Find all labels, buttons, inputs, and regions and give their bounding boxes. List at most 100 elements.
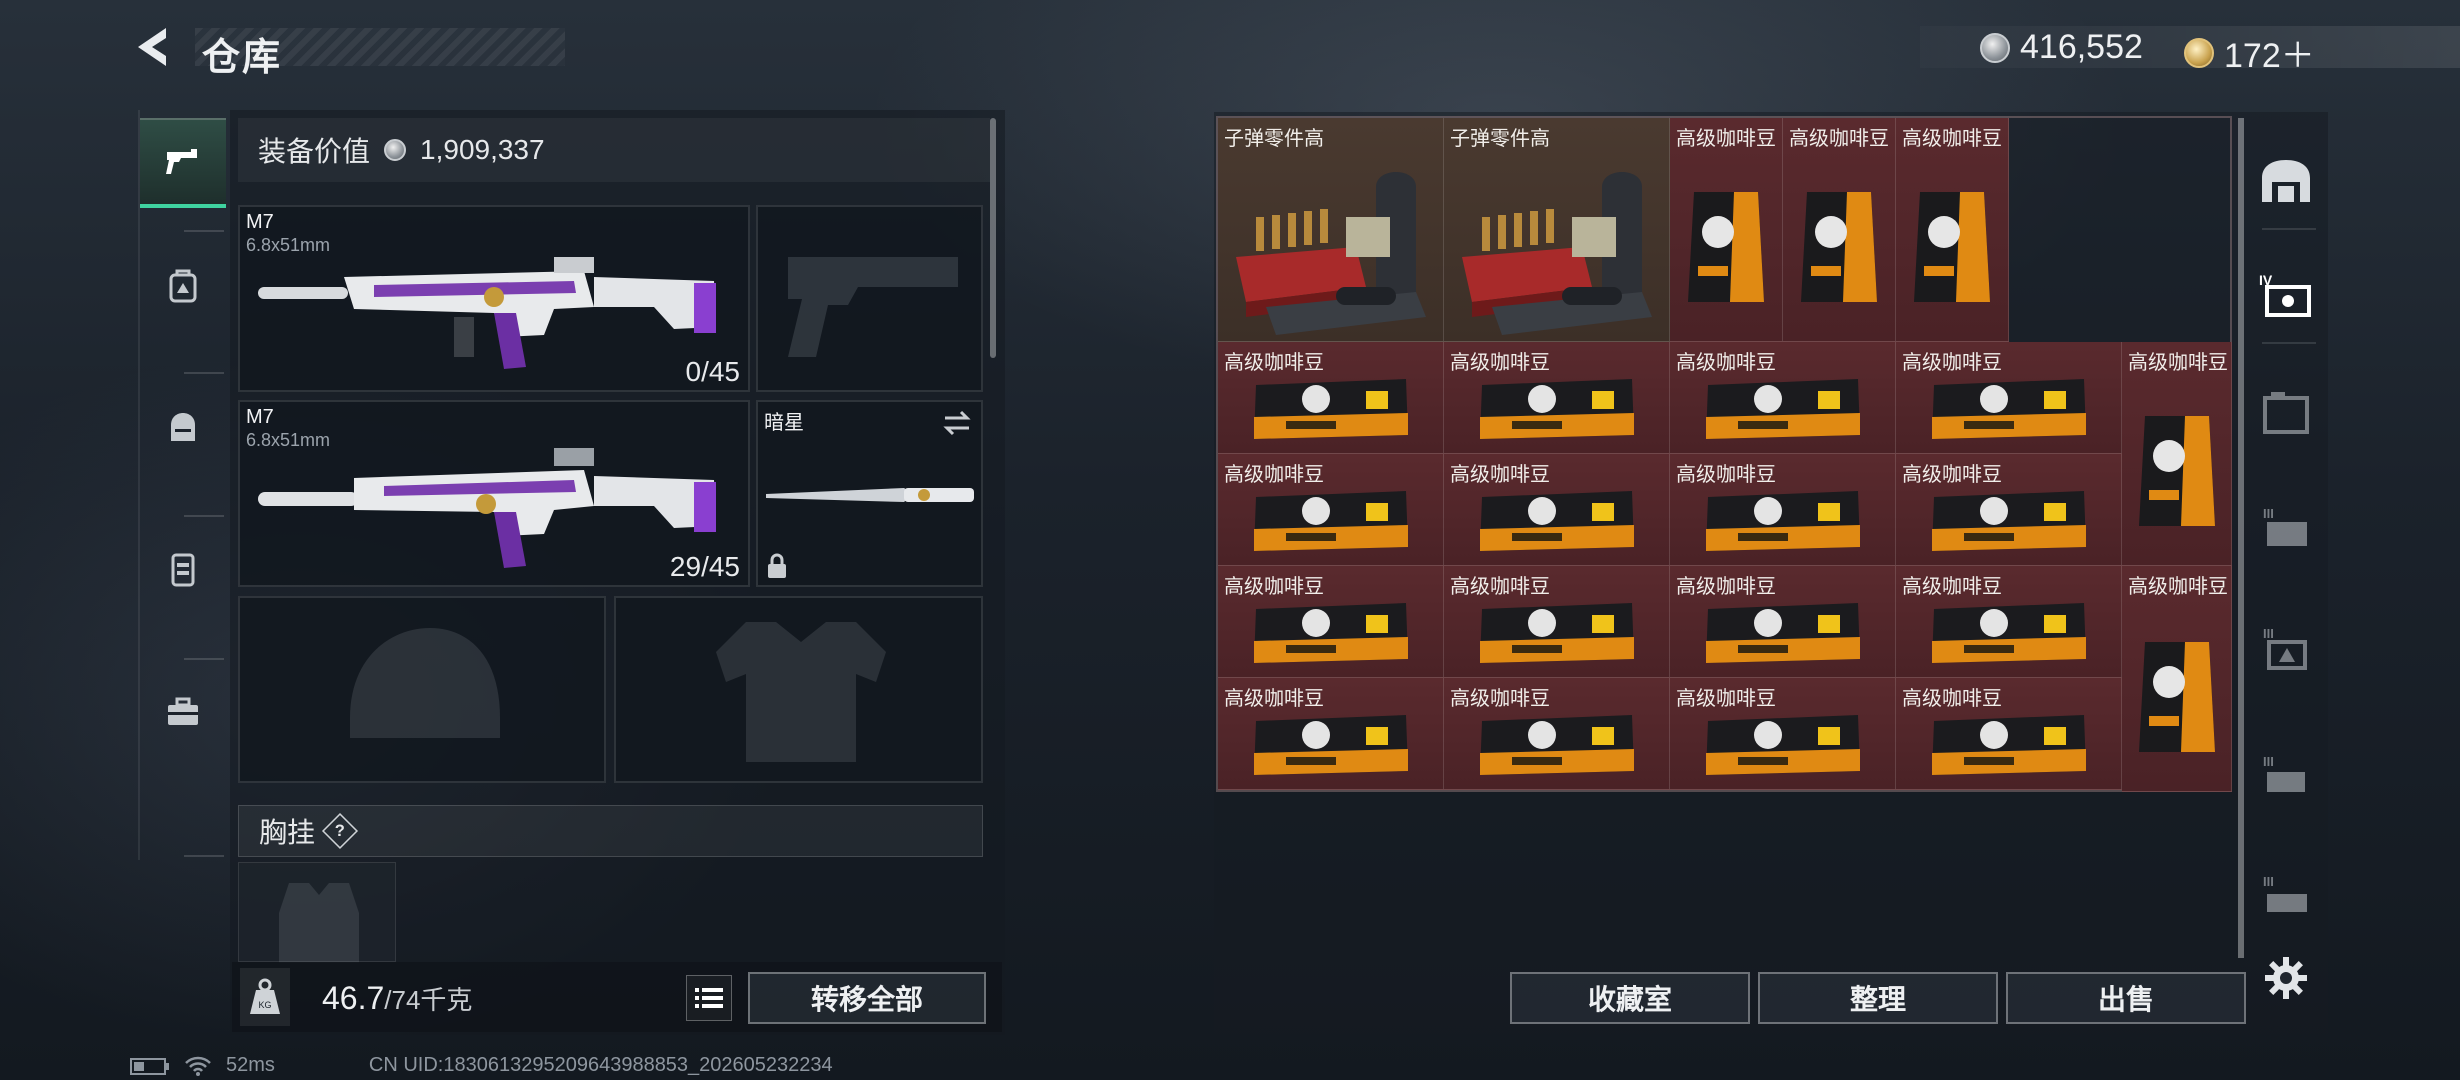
pistol-icon xyxy=(166,149,197,174)
item-coffee-pack[interactable]: 高级咖啡豆 xyxy=(1670,566,1896,678)
organize-button[interactable]: 整理 xyxy=(1758,972,1998,1024)
rifle-icon xyxy=(258,448,716,568)
weight-icon: KG xyxy=(240,968,290,1026)
gold-currency[interactable]: 172＋ xyxy=(2184,28,2315,77)
gold-coin-icon xyxy=(2184,37,2214,68)
melee-slot[interactable]: 暗星 xyxy=(756,400,983,587)
chest-rig-slot[interactable] xyxy=(238,862,396,963)
tab-weapons[interactable] xyxy=(140,118,226,208)
uid-text: CN UID:1830613295209643988853_2026052322… xyxy=(368,1054,833,1076)
collection-room-button[interactable]: 收藏室 xyxy=(1510,972,1750,1024)
storage-grid: 子弹零件高 子弹零件高 高级咖啡豆 高级咖啡豆 高级咖啡豆 高级咖啡豆 高级咖啡… xyxy=(1216,116,2232,792)
coffee-pack-icon xyxy=(1705,603,1860,664)
coffee-pack-icon xyxy=(1479,603,1634,664)
settings-icon[interactable] xyxy=(2258,950,2314,1006)
item-label: 高级咖啡豆 xyxy=(2128,576,2228,598)
storage-scrollbar[interactable] xyxy=(2238,118,2244,958)
carry-weight: 46.7/74千克 xyxy=(322,980,473,1016)
chest-rig-header: 胸挂 ? xyxy=(238,805,983,857)
back-icon[interactable] xyxy=(130,22,180,72)
weapon-name: M7 xyxy=(246,406,274,428)
coffee-pack-icon xyxy=(1705,491,1860,552)
tab-storage-main[interactable] xyxy=(2250,146,2322,218)
item-ammo-parts-1[interactable]: 子弹零件高 xyxy=(1218,118,1444,342)
item-coffee-pack[interactable]: 高级咖啡豆 xyxy=(1896,678,2122,790)
primary-weapon-slot-2[interactable]: M7 6.8x51mm 29/45 xyxy=(238,400,750,587)
sidearm-slot[interactable] xyxy=(756,205,983,392)
item-label: 高级咖啡豆 xyxy=(1224,352,1324,374)
armor-slot[interactable] xyxy=(614,596,983,783)
item-label: 高级咖啡豆 xyxy=(1224,688,1324,710)
help-icon[interactable]: ? xyxy=(321,812,359,850)
item-coffee-bag[interactable]: 高级咖啡豆 xyxy=(2122,342,2232,566)
silver-coin-icon xyxy=(384,139,407,161)
item-coffee-bag[interactable]: 高级咖啡豆 xyxy=(1670,118,1783,342)
item-coffee-pack[interactable]: 高级咖啡豆 xyxy=(1896,454,2122,566)
item-ammo-parts-2[interactable]: 子弹零件高 xyxy=(1444,118,1670,342)
item-coffee-pack[interactable]: 高级咖啡豆 xyxy=(1670,678,1896,790)
storage-box-icon xyxy=(2263,392,2309,434)
tab-storage-ext-1[interactable] xyxy=(2250,376,2322,448)
item-coffee-pack[interactable]: 高级咖啡豆 xyxy=(1444,454,1670,566)
tab-storage-3b[interactable]: III xyxy=(2250,612,2322,684)
svg-text:III: III xyxy=(2263,506,2274,521)
item-coffee-pack[interactable]: 高级咖啡豆 xyxy=(1896,566,2122,678)
item-coffee-pack[interactable]: 高级咖啡豆 xyxy=(1444,342,1670,454)
item-label: 高级咖啡豆 xyxy=(1450,688,1550,710)
item-label: 高级咖啡豆 xyxy=(2128,352,2228,374)
coffee-bag-icon xyxy=(2138,641,2215,752)
item-coffee-bag[interactable]: 高级咖啡豆 xyxy=(1783,118,1896,342)
item-coffee-pack[interactable]: 高级咖啡豆 xyxy=(1218,678,1444,790)
tab-bag[interactable] xyxy=(140,382,226,472)
item-coffee-pack[interactable]: 高级咖啡豆 xyxy=(1444,566,1670,678)
coffee-pack-icon xyxy=(1931,715,2086,776)
coffee-pack-icon xyxy=(1253,379,1408,440)
tab-storage-4[interactable]: IV xyxy=(2250,258,2322,330)
tab-storage-3d[interactable]: III xyxy=(2250,860,2322,932)
pistol-silhouette-icon xyxy=(788,257,958,357)
item-label: 高级咖啡豆 xyxy=(1676,576,1776,598)
coffee-pack-icon xyxy=(1253,715,1408,776)
item-label: 高级咖啡豆 xyxy=(1450,576,1550,598)
page-title: 仓库 xyxy=(202,37,283,79)
tab-vest[interactable] xyxy=(140,524,226,614)
item-label: 高级咖啡豆 xyxy=(1902,688,2002,710)
item-coffee-pack[interactable]: 高级咖啡豆 xyxy=(1896,342,2122,454)
item-label: 高级咖啡豆 xyxy=(1450,464,1550,486)
status-bar: 52ms CN UID:1830613295209643988853_20260… xyxy=(130,1054,833,1077)
helmet-slot[interactable] xyxy=(238,596,606,783)
gold-amount: 172＋ xyxy=(2224,37,2315,75)
silver-currency: 416,552 xyxy=(1980,28,2143,67)
wifi-icon xyxy=(185,1056,211,1076)
coffee-bag-icon xyxy=(2138,416,2215,527)
item-label: 高级咖啡豆 xyxy=(1224,464,1324,486)
item-coffee-pack[interactable]: 高级咖啡豆 xyxy=(1218,454,1444,566)
primary-weapon-slot-1[interactable]: M7 6.8x51mm 0/45 xyxy=(238,205,750,392)
list-view-button[interactable] xyxy=(686,975,732,1021)
ping-text: 52ms xyxy=(226,1054,275,1076)
ammo-crate-icon xyxy=(1461,172,1652,336)
item-label: 高级咖啡豆 xyxy=(1902,128,2002,150)
item-coffee-pack[interactable]: 高级咖啡豆 xyxy=(1670,342,1896,454)
item-label: 高级咖啡豆 xyxy=(1676,464,1776,486)
item-coffee-pack[interactable]: 高级咖啡豆 xyxy=(1218,566,1444,678)
item-label: 高级咖啡豆 xyxy=(1676,128,1776,150)
weapon-ammo-count: 29/45 xyxy=(669,551,740,582)
item-coffee-pack[interactable]: 高级咖啡豆 xyxy=(1218,342,1444,454)
item-label: 子弹零件高 xyxy=(1224,128,1324,150)
item-coffee-bag[interactable]: 高级咖啡豆 xyxy=(1896,118,2009,342)
toolbox-icon xyxy=(168,697,198,725)
tab-toolbox[interactable] xyxy=(140,666,226,756)
equipment-value-bar: 装备价值 1,909,337 xyxy=(238,118,990,182)
equipment-scrollbar[interactable] xyxy=(990,118,996,358)
tab-storage-3a[interactable]: III xyxy=(2250,492,2322,564)
item-coffee-pack[interactable]: 高级咖啡豆 xyxy=(1670,454,1896,566)
tab-backpack[interactable] xyxy=(140,240,226,330)
sell-button[interactable]: 出售 xyxy=(2006,972,2246,1024)
swap-icon[interactable] xyxy=(941,410,973,436)
transfer-all-button[interactable]: 转移全部 xyxy=(748,972,986,1024)
item-coffee-pack[interactable]: 高级咖啡豆 xyxy=(1444,678,1670,790)
item-coffee-bag[interactable]: 高级咖啡豆 xyxy=(2122,566,2232,792)
coffee-pack-icon xyxy=(1931,379,2086,440)
tab-storage-3c[interactable]: III xyxy=(2250,740,2322,812)
